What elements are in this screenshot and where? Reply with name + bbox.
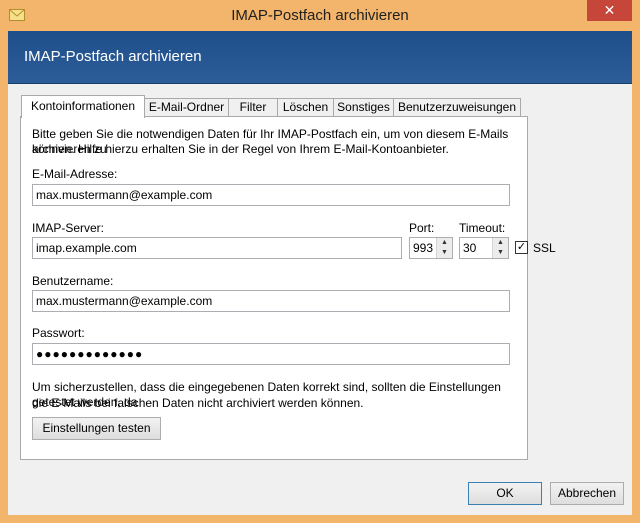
close-button[interactable]: ✕ xyxy=(587,0,632,21)
username-field[interactable]: max.mustermann@example.com xyxy=(32,290,510,312)
server-label: IMAP-Server: xyxy=(32,221,105,235)
port-stepper[interactable]: 993 ▲ ▼ xyxy=(409,237,453,259)
password-label: Passwort: xyxy=(32,326,85,340)
port-value: 993 xyxy=(413,241,434,255)
intro-text-line2: können. Hilfe hierzu erhalten Sie in der… xyxy=(32,142,449,156)
dialog-client-area: IMAP-Postfach archivieren Kontoinformati… xyxy=(8,31,632,515)
email-field[interactable]: max.mustermann@example.com xyxy=(32,184,510,206)
tab-sonstiges[interactable]: Sonstiges xyxy=(333,98,394,116)
close-icon: ✕ xyxy=(603,2,616,18)
port-spin-buttons: ▲ ▼ xyxy=(436,238,452,258)
tab-kontoinformationen[interactable]: Kontoinformationen xyxy=(21,95,145,118)
note-text-line2: die E-Mails bei falschen Daten nicht arc… xyxy=(32,396,364,410)
timeout-stepper[interactable]: 30 ▲ ▼ xyxy=(459,237,509,259)
timeout-value: 30 xyxy=(463,241,477,255)
ok-button[interactable]: OK xyxy=(468,482,542,505)
cancel-button[interactable]: Abbrechen xyxy=(550,482,624,505)
tab-email-ordner[interactable]: E-Mail-Ordner xyxy=(144,98,229,116)
check-mark-icon: ✓ xyxy=(516,241,527,253)
tab-benutzerzuweisungen[interactable]: Benutzerzuweisungen xyxy=(393,98,521,116)
ssl-checkbox[interactable]: ✓ xyxy=(515,241,528,254)
timeout-down-icon[interactable]: ▼ xyxy=(493,248,508,258)
tab-panel-kontoinformationen: Bitte geben Sie die notwendigen Daten fü… xyxy=(20,116,556,460)
window-title: IMAP-Postfach archivieren xyxy=(231,7,409,24)
page-title: IMAP-Postfach archivieren xyxy=(24,48,202,65)
test-settings-button[interactable]: Einstellungen testen xyxy=(32,417,161,440)
tab-filter[interactable]: Filter xyxy=(228,98,278,116)
password-field[interactable]: ●●●●●●●●●●●●● xyxy=(32,343,510,365)
tab-loeschen[interactable]: Löschen xyxy=(277,98,334,116)
header-banner: IMAP-Postfach archivieren xyxy=(8,31,632,84)
ssl-label: SSL xyxy=(533,241,556,255)
server-field[interactable]: imap.example.com xyxy=(32,237,402,259)
username-label: Benutzername: xyxy=(32,274,114,288)
dialog-window: IMAP-Postfach archivieren ✕ IMAP-Postfac… xyxy=(0,0,640,523)
port-label: Port: xyxy=(409,221,435,235)
email-label: E-Mail-Adresse: xyxy=(32,167,118,181)
timeout-spin-buttons: ▲ ▼ xyxy=(492,238,508,258)
title-bar[interactable]: IMAP-Postfach archivieren ✕ xyxy=(0,0,640,32)
timeout-label: Timeout: xyxy=(459,221,506,235)
port-down-icon[interactable]: ▼ xyxy=(437,248,452,258)
